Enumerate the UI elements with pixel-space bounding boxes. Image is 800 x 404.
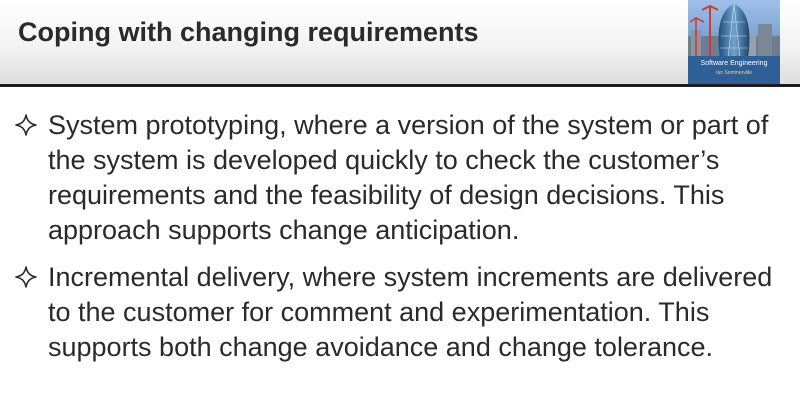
bullet-text: Incremental delivery, where system incre… xyxy=(48,262,773,362)
bullet-text: System prototyping, where a version of t… xyxy=(48,110,769,245)
header-divider xyxy=(0,84,800,87)
slide-title: Coping with changing requirements xyxy=(18,17,479,47)
bullet-item: System prototyping, where a version of t… xyxy=(14,108,786,248)
four-point-star-outline-icon xyxy=(15,266,37,288)
four-point-star-outline-icon xyxy=(15,114,37,136)
cover-author-text: Ian Sommerville xyxy=(716,70,752,76)
book-cover-image: Software Engineering Ian Sommerville xyxy=(688,0,780,84)
slide-header: Coping with changing requirements Softwa… xyxy=(0,0,800,84)
cover-title-text: Software Engineering xyxy=(700,60,768,67)
bullet-list: System prototyping, where a version of t… xyxy=(14,108,786,365)
bullet-item: Incremental delivery, where system incre… xyxy=(14,260,786,365)
